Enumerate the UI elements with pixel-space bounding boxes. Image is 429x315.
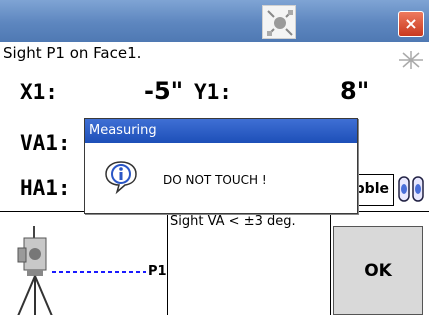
close-button[interactable]: ×: [398, 11, 424, 37]
level-bubble-icon[interactable]: [397, 174, 425, 204]
x1-value: -5": [144, 77, 184, 105]
ha1-label: HA1:: [20, 176, 71, 200]
x1-label: X1:: [20, 80, 58, 104]
y1-label: Y1:: [194, 80, 232, 104]
title-bar: ×: [0, 0, 429, 42]
sight-note: Sight VA < ±3 deg.: [170, 214, 296, 229]
total-station-icon: [17, 226, 146, 315]
sparkle-icon: [399, 51, 423, 69]
dialog-title: Measuring: [85, 119, 357, 143]
dialog-message: DO NOT TOUCH !: [163, 173, 267, 187]
satellite-icon[interactable]: [262, 5, 296, 39]
va1-label: VA1:: [20, 131, 71, 155]
measuring-dialog: Measuring DO NOT TOUCH !: [84, 118, 358, 214]
instruction-text: Sight P1 on Face1.: [3, 44, 142, 62]
ok-button[interactable]: OK: [333, 226, 423, 315]
target-label: P1: [148, 264, 167, 279]
close-icon: ×: [404, 14, 418, 33]
info-icon: [105, 161, 137, 195]
instrument-diagram: [0, 211, 168, 315]
y1-value: 8": [340, 77, 370, 105]
screen: { "titlebar": { "icon": "satellite-icon"…: [0, 0, 429, 315]
